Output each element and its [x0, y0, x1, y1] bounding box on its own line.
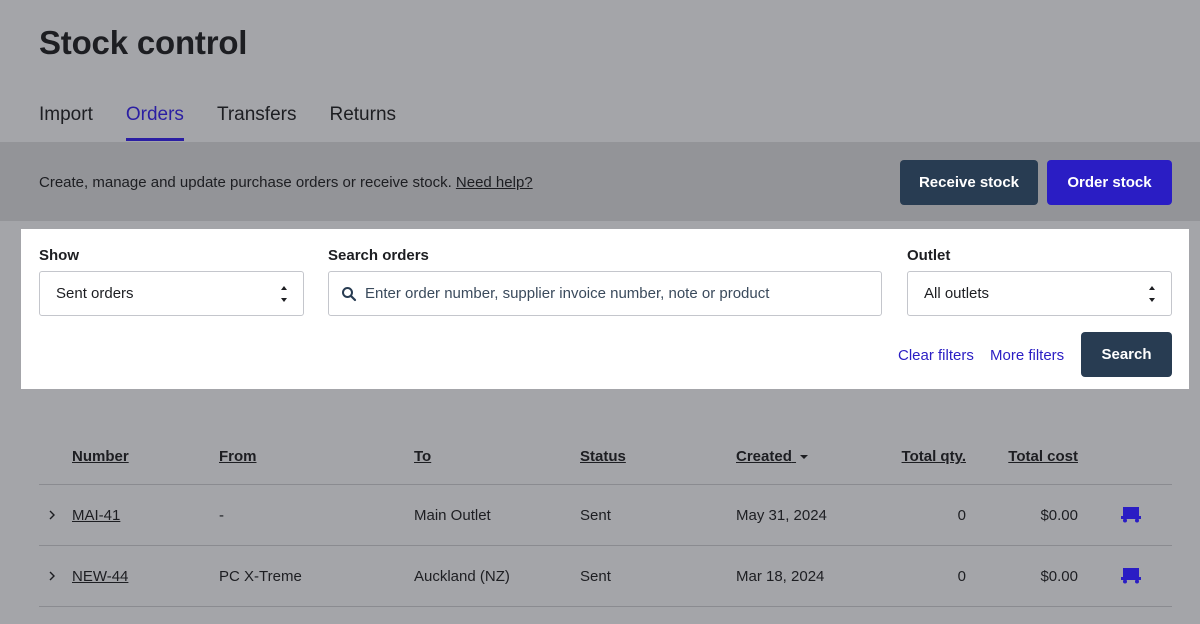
truck-icon[interactable]: [1120, 505, 1142, 523]
order-total-cost: $0.00: [1040, 568, 1078, 585]
tab-returns[interactable]: Returns: [329, 104, 396, 141]
orders-table: Number From To Status Created Total qty.…: [0, 403, 1200, 624]
search-orders-input[interactable]: [365, 272, 870, 315]
need-help-link[interactable]: Need help?: [456, 174, 533, 191]
order-from: PC X-Treme: [219, 568, 302, 585]
tab-orders[interactable]: Orders: [125, 104, 184, 141]
show-select[interactable]: Sent orders: [39, 271, 304, 316]
column-header-from[interactable]: From: [219, 448, 257, 465]
search-icon: [342, 287, 357, 302]
search-orders-field[interactable]: [328, 271, 882, 316]
column-header-total-cost[interactable]: Total cost: [990, 448, 1078, 465]
order-total-qty: 0: [957, 568, 966, 585]
order-number-link[interactable]: MAI-41: [72, 507, 120, 524]
search-button[interactable]: Search: [1081, 332, 1172, 377]
chevron-right-icon[interactable]: [48, 571, 56, 581]
table-row[interactable]: MAI-41 - Main Outlet Sent May 31, 2024 0…: [39, 485, 1172, 546]
order-status: Sent: [580, 568, 611, 585]
description-text: Create, manage and update purchase order…: [39, 174, 533, 191]
outlet-label: Outlet: [907, 247, 951, 264]
tab-import[interactable]: Import: [39, 104, 93, 141]
chevron-right-icon[interactable]: [48, 510, 56, 520]
order-to: Main Outlet: [414, 507, 491, 524]
order-number-link[interactable]: NEW-44: [72, 568, 128, 585]
order-stock-button[interactable]: Order stock: [1047, 160, 1172, 205]
more-filters-link[interactable]: More filters: [990, 347, 1064, 364]
page-title: Stock control: [39, 24, 248, 61]
caret-down-icon: [800, 455, 809, 460]
order-status: Sent: [580, 507, 611, 524]
select-arrows-icon: [1149, 286, 1155, 302]
table-row[interactable]: NEW-44 PC X-Treme Auckland (NZ) Sent Mar…: [39, 546, 1172, 607]
tab-bar: Import Orders Transfers Returns: [39, 104, 396, 141]
receive-stock-button[interactable]: Receive stock: [900, 160, 1038, 205]
column-header-to[interactable]: To: [414, 448, 431, 465]
order-created: May 31, 2024: [736, 507, 827, 524]
order-total-cost: $0.00: [1040, 507, 1078, 524]
select-arrows-icon: [281, 286, 287, 302]
order-to: Auckland (NZ): [414, 568, 510, 585]
clear-filters-link[interactable]: Clear filters: [898, 347, 974, 364]
column-header-created[interactable]: Created: [736, 448, 809, 465]
column-header-number[interactable]: Number: [72, 448, 129, 465]
column-header-status[interactable]: Status: [580, 448, 626, 465]
outlet-select-value: All outlets: [924, 285, 990, 302]
filter-panel: Show Sent orders Search orders Outlet Al…: [21, 229, 1189, 389]
outlet-select[interactable]: All outlets: [907, 271, 1172, 316]
order-from: -: [219, 507, 224, 524]
show-select-value: Sent orders: [56, 285, 134, 302]
truck-icon[interactable]: [1120, 566, 1142, 584]
show-label: Show: [39, 247, 79, 264]
order-total-qty: 0: [957, 507, 966, 524]
tab-transfers[interactable]: Transfers: [217, 104, 297, 141]
search-orders-label: Search orders: [328, 247, 429, 264]
column-header-created-label: Created: [736, 448, 792, 465]
description-copy: Create, manage and update purchase order…: [39, 174, 452, 191]
column-header-total-qty[interactable]: Total qty.: [870, 448, 966, 465]
order-created: Mar 18, 2024: [736, 568, 825, 585]
description-bar: Create, manage and update purchase order…: [0, 142, 1200, 221]
